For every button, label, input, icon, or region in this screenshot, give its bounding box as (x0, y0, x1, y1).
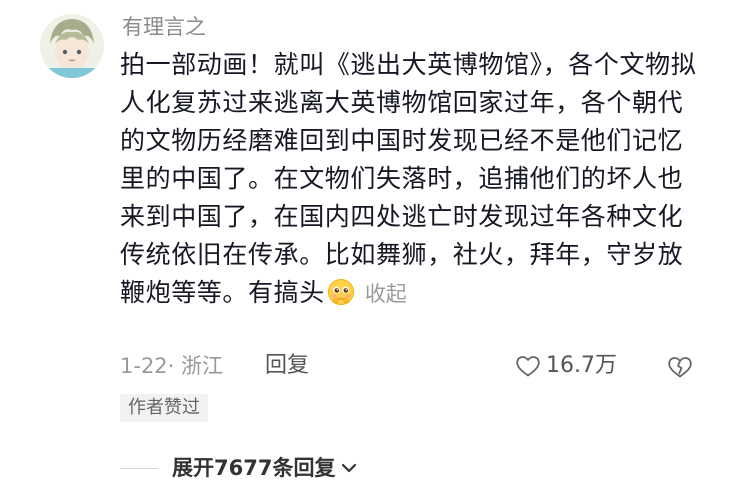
collapse-link[interactable]: 收起 (365, 282, 407, 306)
avatar-image (40, 14, 104, 78)
heart-icon (516, 356, 540, 377)
chevron-down-icon (342, 463, 357, 473)
comment-username[interactable]: 有理言之 (122, 14, 206, 40)
avatar[interactable] (40, 14, 104, 78)
comment-date-location: 1-22· 浙江 (120, 354, 224, 378)
comment-text: 拍一部动画！就叫《逃出大英博物馆》，各个文物拟人化复苏过来逃离大英博物馆回家过年… (120, 50, 697, 307)
pleading-face-emoji-icon (327, 278, 355, 306)
reply-button[interactable]: 回复 (265, 352, 309, 380)
like-count: 16.7万 (546, 353, 617, 378)
like-button[interactable]: 16.7万 (514, 352, 617, 380)
expand-replies-button[interactable]: 展开7677条回复 (120, 454, 359, 482)
comment-body: 拍一部动画！就叫《逃出大英博物馆》，各个文物拟人化复苏过来逃离大英博物馆回家过年… (120, 46, 700, 313)
broken-heart-icon (668, 357, 692, 378)
expand-replies-label: 展开7677条回复 (172, 456, 336, 480)
author-liked-badge: 作者赞过 (120, 394, 208, 422)
dislike-button[interactable] (666, 353, 694, 381)
divider-line (120, 467, 158, 469)
